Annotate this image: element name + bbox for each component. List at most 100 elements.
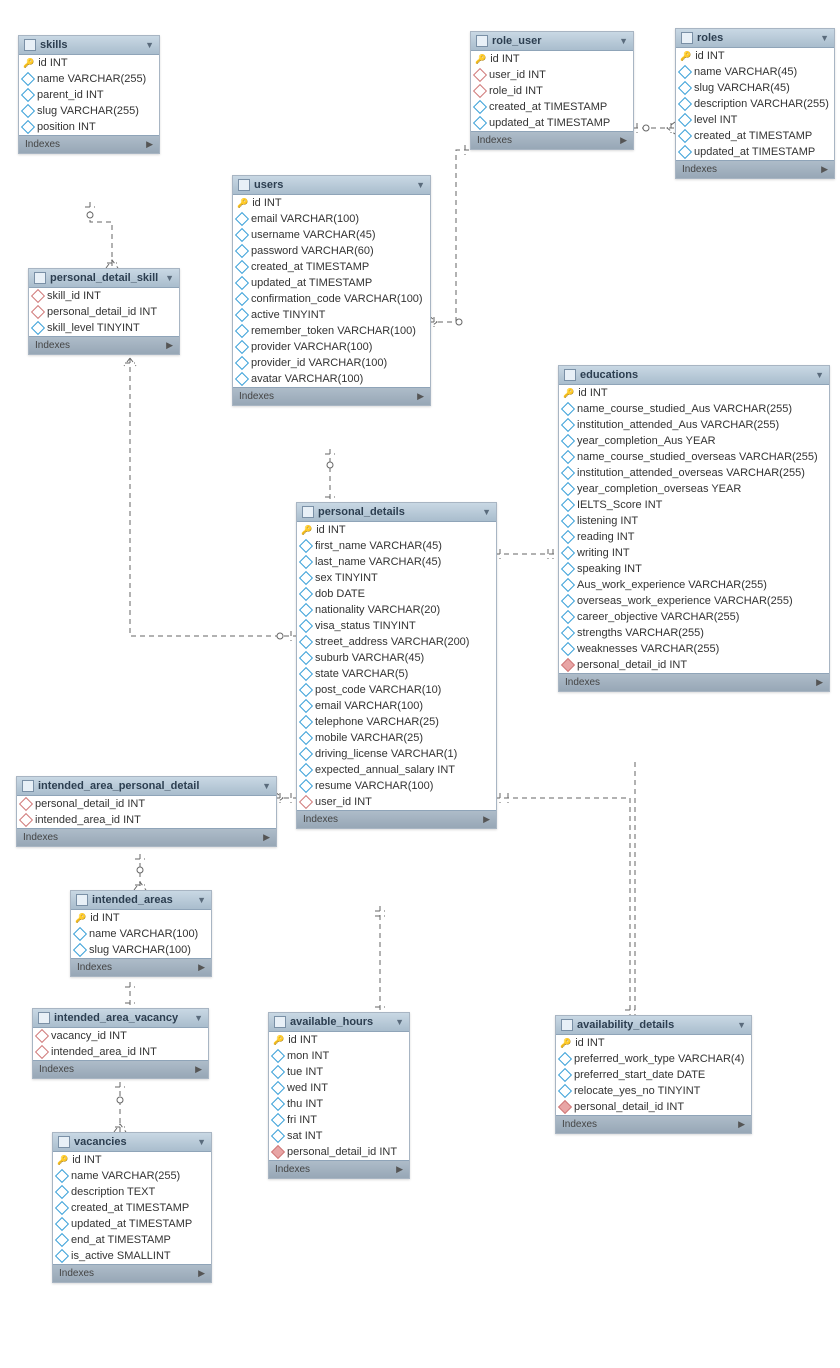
column-row[interactable]: post_code VARCHAR(10) xyxy=(297,682,496,698)
expand-icon[interactable]: ▶ xyxy=(620,135,627,146)
column-row[interactable]: speaking INT xyxy=(559,561,829,577)
table-header[interactable]: personal_detail_skill▼ xyxy=(29,269,179,288)
column-row[interactable]: created_at TIMESTAMP xyxy=(233,259,430,275)
indexes-footer[interactable]: Indexes▶ xyxy=(676,160,834,178)
column-row[interactable]: mobile VARCHAR(25) xyxy=(297,730,496,746)
table-header[interactable]: role_user▼ xyxy=(471,32,633,51)
column-row[interactable]: expected_annual_salary INT xyxy=(297,762,496,778)
column-row[interactable]: intended_area_id INT xyxy=(17,812,276,828)
table-header[interactable]: intended_areas▼ xyxy=(71,891,211,910)
indexes-footer[interactable]: Indexes▶ xyxy=(53,1264,211,1282)
collapse-icon[interactable]: ▼ xyxy=(197,895,206,905)
column-row[interactable]: description TEXT xyxy=(53,1184,211,1200)
collapse-icon[interactable]: ▼ xyxy=(815,370,824,380)
column-row[interactable]: name_course_studied_Aus VARCHAR(255) xyxy=(559,401,829,417)
column-row[interactable]: slug VARCHAR(255) xyxy=(19,103,159,119)
column-row[interactable]: institution_attended_overseas VARCHAR(25… xyxy=(559,465,829,481)
indexes-footer[interactable]: Indexes▶ xyxy=(29,336,179,354)
column-row[interactable]: position INT xyxy=(19,119,159,135)
column-row[interactable]: weaknesses VARCHAR(255) xyxy=(559,641,829,657)
column-row[interactable]: driving_license VARCHAR(1) xyxy=(297,746,496,762)
column-row[interactable]: writing INT xyxy=(559,545,829,561)
table-header[interactable]: intended_area_vacancy▼ xyxy=(33,1009,208,1028)
column-row[interactable]: fri INT xyxy=(269,1112,409,1128)
column-row[interactable]: vacancy_id INT xyxy=(33,1028,208,1044)
table-personal_details[interactable]: personal_details▼🔑id INTfirst_name VARCH… xyxy=(296,502,497,829)
table-header[interactable]: intended_area_personal_detail▼ xyxy=(17,777,276,796)
indexes-footer[interactable]: Indexes▶ xyxy=(19,135,159,153)
column-row[interactable]: skill_id INT xyxy=(29,288,179,304)
column-row[interactable]: remember_token VARCHAR(100) xyxy=(233,323,430,339)
column-row[interactable]: 🔑id INT xyxy=(233,195,430,211)
column-row[interactable]: strengths VARCHAR(255) xyxy=(559,625,829,641)
column-row[interactable]: telephone VARCHAR(25) xyxy=(297,714,496,730)
table-intended_area_vacancy[interactable]: intended_area_vacancy▼vacancy_id INTinte… xyxy=(32,1008,209,1079)
column-row[interactable]: 🔑id INT xyxy=(556,1035,751,1051)
table-skills[interactable]: skills▼🔑id INTname VARCHAR(255)parent_id… xyxy=(18,35,160,154)
collapse-icon[interactable]: ▼ xyxy=(737,1020,746,1030)
column-row[interactable]: 🔑id INT xyxy=(676,48,834,64)
table-header[interactable]: skills▼ xyxy=(19,36,159,55)
collapse-icon[interactable]: ▼ xyxy=(194,1013,203,1023)
column-row[interactable]: sat INT xyxy=(269,1128,409,1144)
column-row[interactable]: password VARCHAR(60) xyxy=(233,243,430,259)
column-row[interactable]: name VARCHAR(255) xyxy=(19,71,159,87)
table-roles[interactable]: roles▼🔑id INTname VARCHAR(45)slug VARCHA… xyxy=(675,28,835,179)
column-row[interactable]: name VARCHAR(100) xyxy=(71,926,211,942)
expand-icon[interactable]: ▶ xyxy=(166,340,173,351)
column-row[interactable]: personal_detail_id INT xyxy=(269,1144,409,1160)
column-row[interactable]: intended_area_id INT xyxy=(33,1044,208,1060)
column-row[interactable]: tue INT xyxy=(269,1064,409,1080)
collapse-icon[interactable]: ▼ xyxy=(820,33,829,43)
column-row[interactable]: thu INT xyxy=(269,1096,409,1112)
column-row[interactable]: name VARCHAR(45) xyxy=(676,64,834,80)
table-header[interactable]: users▼ xyxy=(233,176,430,195)
table-intended_area_personal_detail[interactable]: intended_area_personal_detail▼personal_d… xyxy=(16,776,277,847)
column-row[interactable]: resume VARCHAR(100) xyxy=(297,778,496,794)
expand-icon[interactable]: ▶ xyxy=(396,1164,403,1175)
table-header[interactable]: personal_details▼ xyxy=(297,503,496,522)
column-row[interactable]: level INT xyxy=(676,112,834,128)
column-row[interactable]: user_id INT xyxy=(471,67,633,83)
column-row[interactable]: confirmation_code VARCHAR(100) xyxy=(233,291,430,307)
table-header[interactable]: vacancies▼ xyxy=(53,1133,211,1152)
table-vacancies[interactable]: vacancies▼🔑id INTname VARCHAR(255)descri… xyxy=(52,1132,212,1283)
expand-icon[interactable]: ▶ xyxy=(195,1064,202,1075)
column-row[interactable]: year_completion_Aus YEAR xyxy=(559,433,829,449)
column-row[interactable]: street_address VARCHAR(200) xyxy=(297,634,496,650)
table-role_user[interactable]: role_user▼🔑id INTuser_id INTrole_id INTc… xyxy=(470,31,634,150)
column-row[interactable]: personal_detail_id INT xyxy=(556,1099,751,1115)
table-header[interactable]: educations▼ xyxy=(559,366,829,385)
column-row[interactable]: 🔑id INT xyxy=(297,522,496,538)
column-row[interactable]: 🔑id INT xyxy=(559,385,829,401)
column-row[interactable]: slug VARCHAR(45) xyxy=(676,80,834,96)
indexes-footer[interactable]: Indexes▶ xyxy=(71,958,211,976)
column-row[interactable]: suburb VARCHAR(45) xyxy=(297,650,496,666)
column-row[interactable]: wed INT xyxy=(269,1080,409,1096)
column-row[interactable]: created_at TIMESTAMP xyxy=(53,1200,211,1216)
column-row[interactable]: created_at TIMESTAMP xyxy=(676,128,834,144)
column-row[interactable]: name VARCHAR(255) xyxy=(53,1168,211,1184)
expand-icon[interactable]: ▶ xyxy=(198,962,205,973)
indexes-footer[interactable]: Indexes▶ xyxy=(33,1060,208,1078)
column-row[interactable]: overseas_work_experience VARCHAR(255) xyxy=(559,593,829,609)
collapse-icon[interactable]: ▼ xyxy=(482,507,491,517)
column-row[interactable]: mon INT xyxy=(269,1048,409,1064)
column-row[interactable]: email VARCHAR(100) xyxy=(233,211,430,227)
collapse-icon[interactable]: ▼ xyxy=(165,273,174,283)
expand-icon[interactable]: ▶ xyxy=(198,1268,205,1279)
column-row[interactable]: personal_detail_id INT xyxy=(17,796,276,812)
table-users[interactable]: users▼🔑id INTemail VARCHAR(100)username … xyxy=(232,175,431,406)
column-row[interactable]: end_at TIMESTAMP xyxy=(53,1232,211,1248)
indexes-footer[interactable]: Indexes▶ xyxy=(297,810,496,828)
table-intended_areas[interactable]: intended_areas▼🔑id INTname VARCHAR(100)s… xyxy=(70,890,212,977)
column-row[interactable]: institution_attended_Aus VARCHAR(255) xyxy=(559,417,829,433)
collapse-icon[interactable]: ▼ xyxy=(395,1017,404,1027)
column-row[interactable]: preferred_work_type VARCHAR(4) xyxy=(556,1051,751,1067)
column-row[interactable]: is_active SMALLINT xyxy=(53,1248,211,1264)
column-row[interactable]: created_at TIMESTAMP xyxy=(471,99,633,115)
column-row[interactable]: 🔑id INT xyxy=(71,910,211,926)
column-row[interactable]: preferred_start_date DATE xyxy=(556,1067,751,1083)
table-educations[interactable]: educations▼🔑id INTname_course_studied_Au… xyxy=(558,365,830,692)
collapse-icon[interactable]: ▼ xyxy=(262,781,271,791)
